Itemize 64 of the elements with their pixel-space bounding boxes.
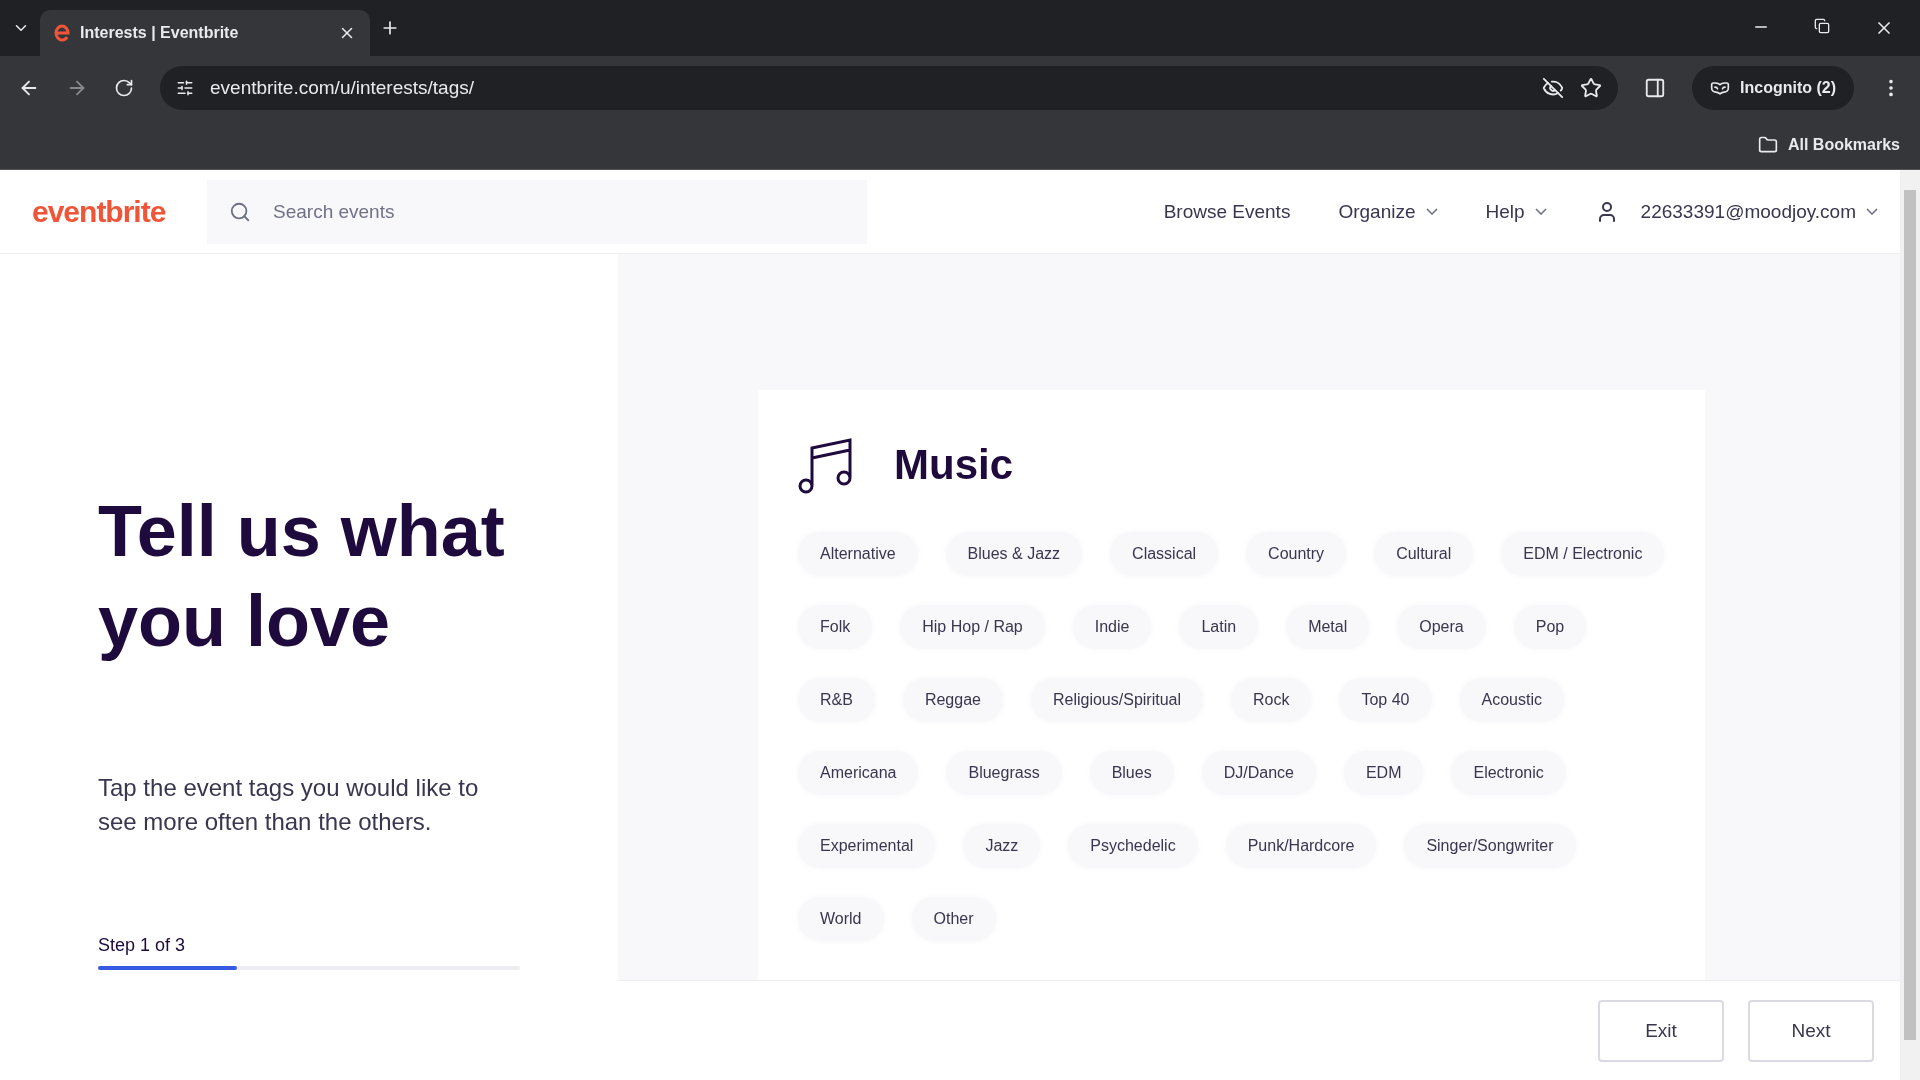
tag-chip[interactable]: Reggae — [902, 678, 1003, 722]
nav-link[interactable]: Organize — [1338, 200, 1438, 223]
tab-title: Interests | Eventbrite — [80, 24, 240, 42]
tag-chip[interactable]: DJ/Dance — [1201, 751, 1316, 795]
account-menu[interactable]: 22633391@moodjoy.com — [1594, 199, 1878, 224]
site-settings-icon[interactable] — [176, 79, 194, 97]
tag-chip[interactable]: Metal — [1286, 605, 1370, 649]
incognito-button[interactable]: Incognito (2) — [1692, 66, 1854, 110]
tag-chip[interactable]: Experimental — [798, 824, 936, 868]
chevron-icon — [1534, 208, 1547, 215]
step-label: Step 1 of 3 — [98, 935, 187, 956]
tag-chip[interactable]: R&B — [798, 678, 875, 722]
tag-chip[interactable]: World — [798, 897, 884, 941]
tag-chip[interactable]: Pop — [1513, 605, 1587, 649]
tag-chip[interactable]: Bluegrass — [946, 751, 1062, 795]
nav-link[interactable]: Browse Events — [1163, 200, 1291, 223]
side-panel-icon[interactable] — [1644, 77, 1666, 99]
tag-chip[interactable]: Folk — [798, 605, 873, 649]
tag-chip[interactable]: Religious/Spiritual — [1030, 678, 1203, 722]
tag-chip[interactable]: Opera — [1397, 605, 1486, 649]
music-note-icon — [798, 436, 854, 494]
url-text: eventbrite.com/u/interests/tags/ — [210, 77, 475, 99]
category-title: Music — [894, 441, 1014, 489]
chevron-icon — [1425, 208, 1438, 215]
browser-tab[interactable]: Interests | Eventbrite — [40, 10, 370, 56]
tag-chip[interactable]: Indie — [1072, 605, 1152, 649]
tag-chip[interactable]: Classical — [1110, 532, 1219, 576]
eye-off-icon[interactable] — [1542, 77, 1564, 99]
address-bar[interactable]: eventbrite.com/u/interests/tags/ — [160, 66, 1618, 110]
exit-button[interactable]: Exit — [1598, 999, 1724, 1062]
tag-chip[interactable]: Punk/Hardcore — [1225, 824, 1377, 868]
tag-chip[interactable]: Hip Hop / Rap — [900, 605, 1045, 649]
tag-chip[interactable]: Alternative — [798, 532, 918, 576]
nav-link[interactable]: Help — [1485, 200, 1547, 223]
tag-chip[interactable]: EDM — [1343, 751, 1424, 795]
search-bar[interactable]: Search events — [207, 179, 867, 244]
tag-chip[interactable]: Other — [911, 897, 996, 941]
intro-text: Tap the event tags you would like to see more often than the others. — [98, 773, 480, 837]
tag-chip[interactable]: Americana — [798, 751, 919, 795]
tag-chip[interactable]: Rock — [1231, 678, 1312, 722]
tag-chip[interactable]: Psychedelic — [1068, 824, 1198, 868]
tag-chip[interactable]: EDM / Electronic — [1501, 532, 1665, 576]
tag-chip[interactable]: Country — [1246, 532, 1347, 576]
restore-icon[interactable] — [1814, 18, 1830, 34]
tag-chip[interactable]: Blues — [1089, 751, 1174, 795]
bookmarks-label[interactable]: All Bookmarks — [1787, 135, 1900, 154]
tag-chip[interactable]: Singer/Songwriter — [1404, 824, 1576, 868]
bookmark-star-icon[interactable] — [1580, 77, 1602, 99]
tag-chip[interactable]: Latin — [1179, 605, 1259, 649]
tag-chip[interactable]: Cultural — [1374, 532, 1474, 576]
search-field[interactable]: Search events — [271, 199, 845, 224]
tag-chip[interactable]: Jazz — [963, 824, 1041, 868]
folder-icon — [1757, 134, 1778, 155]
chevron-icon — [1866, 208, 1878, 215]
tag-chip[interactable]: Blues & Jazz — [945, 532, 1083, 576]
tag-chip[interactable]: Acoustic — [1459, 678, 1564, 722]
scrollbar-thumb[interactable] — [1904, 190, 1916, 1040]
page-title: Tell us what you love — [98, 490, 506, 663]
favicon-icon — [54, 24, 70, 42]
search-icon — [229, 200, 251, 223]
tag-chip[interactable]: Top 40 — [1339, 678, 1432, 722]
reload-icon[interactable] — [114, 78, 134, 98]
next-button[interactable]: Next — [1748, 999, 1874, 1062]
tag-chip[interactable]: Electronic — [1451, 751, 1566, 795]
